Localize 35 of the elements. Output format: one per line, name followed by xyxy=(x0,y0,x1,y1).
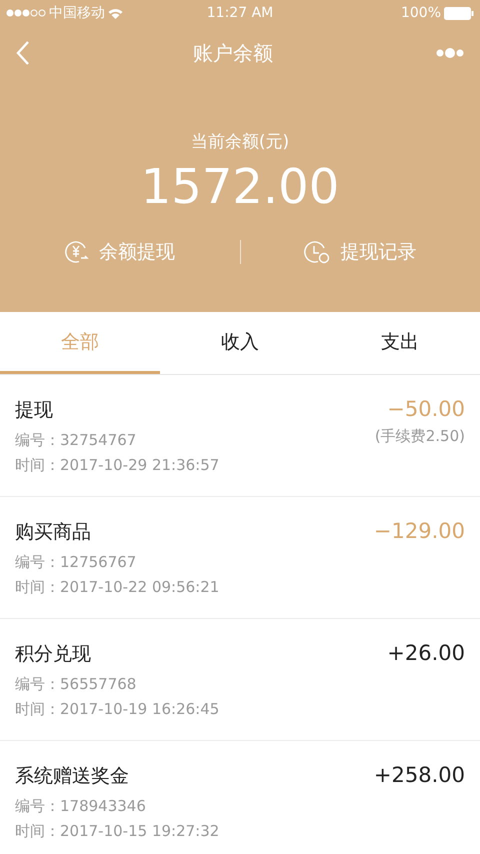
balance-label: 当前余额(元) xyxy=(190,131,290,153)
more-icon[interactable] xyxy=(436,47,464,59)
transaction-amount: +258.00 xyxy=(374,763,465,787)
wifi-icon xyxy=(108,8,123,18)
transaction-time: 时间：2017-10-29 21:36:57 xyxy=(15,456,220,475)
transaction-amount: −50.00 xyxy=(387,397,465,421)
filter-tab[interactable]: 收入 xyxy=(160,312,320,374)
balance-amount: 1572.00 xyxy=(140,159,340,215)
transaction-title: 积分兑现 xyxy=(15,642,92,667)
signal-icon xyxy=(6,9,46,17)
transaction-number: 编号：56557768 xyxy=(15,675,138,694)
action-button[interactable]: 余额提现 xyxy=(0,231,240,273)
carrier-name: 中国移动 xyxy=(49,4,105,22)
transaction-time: 时间：2017-10-22 09:56:21 xyxy=(15,578,220,597)
transaction-title: 系统赠送奖金 xyxy=(15,764,130,789)
yen-coin-icon xyxy=(64,240,89,264)
transaction-title: 提现 xyxy=(15,398,54,423)
filter-tab[interactable]: 全部 xyxy=(0,312,160,374)
action-button[interactable]: 提现记录 xyxy=(240,231,480,273)
back-icon[interactable] xyxy=(16,40,30,66)
filter-tab[interactable]: 支出 xyxy=(320,312,480,374)
clock-time: 11:27 AM xyxy=(206,5,274,21)
transaction-amount: −129.00 xyxy=(374,519,465,543)
transaction-time: 时间：2017-10-15 19:27:32 xyxy=(15,822,220,841)
transaction-number: 编号：178943346 xyxy=(15,797,147,816)
transaction-time: 时间：2017-10-19 16:26:45 xyxy=(15,700,220,719)
transaction-number: 编号：12756767 xyxy=(15,553,138,572)
transaction-number: 编号：32754767 xyxy=(15,431,138,450)
transaction-title: 购买商品 xyxy=(15,520,92,545)
clock-icon xyxy=(304,240,330,264)
transaction-amount: +26.00 xyxy=(387,641,465,665)
battery-icon xyxy=(444,6,474,20)
page-title: 账户余额 xyxy=(193,40,273,66)
fee-note: (手续费2.50) xyxy=(374,427,465,446)
battery-percent: 100% xyxy=(400,5,441,21)
